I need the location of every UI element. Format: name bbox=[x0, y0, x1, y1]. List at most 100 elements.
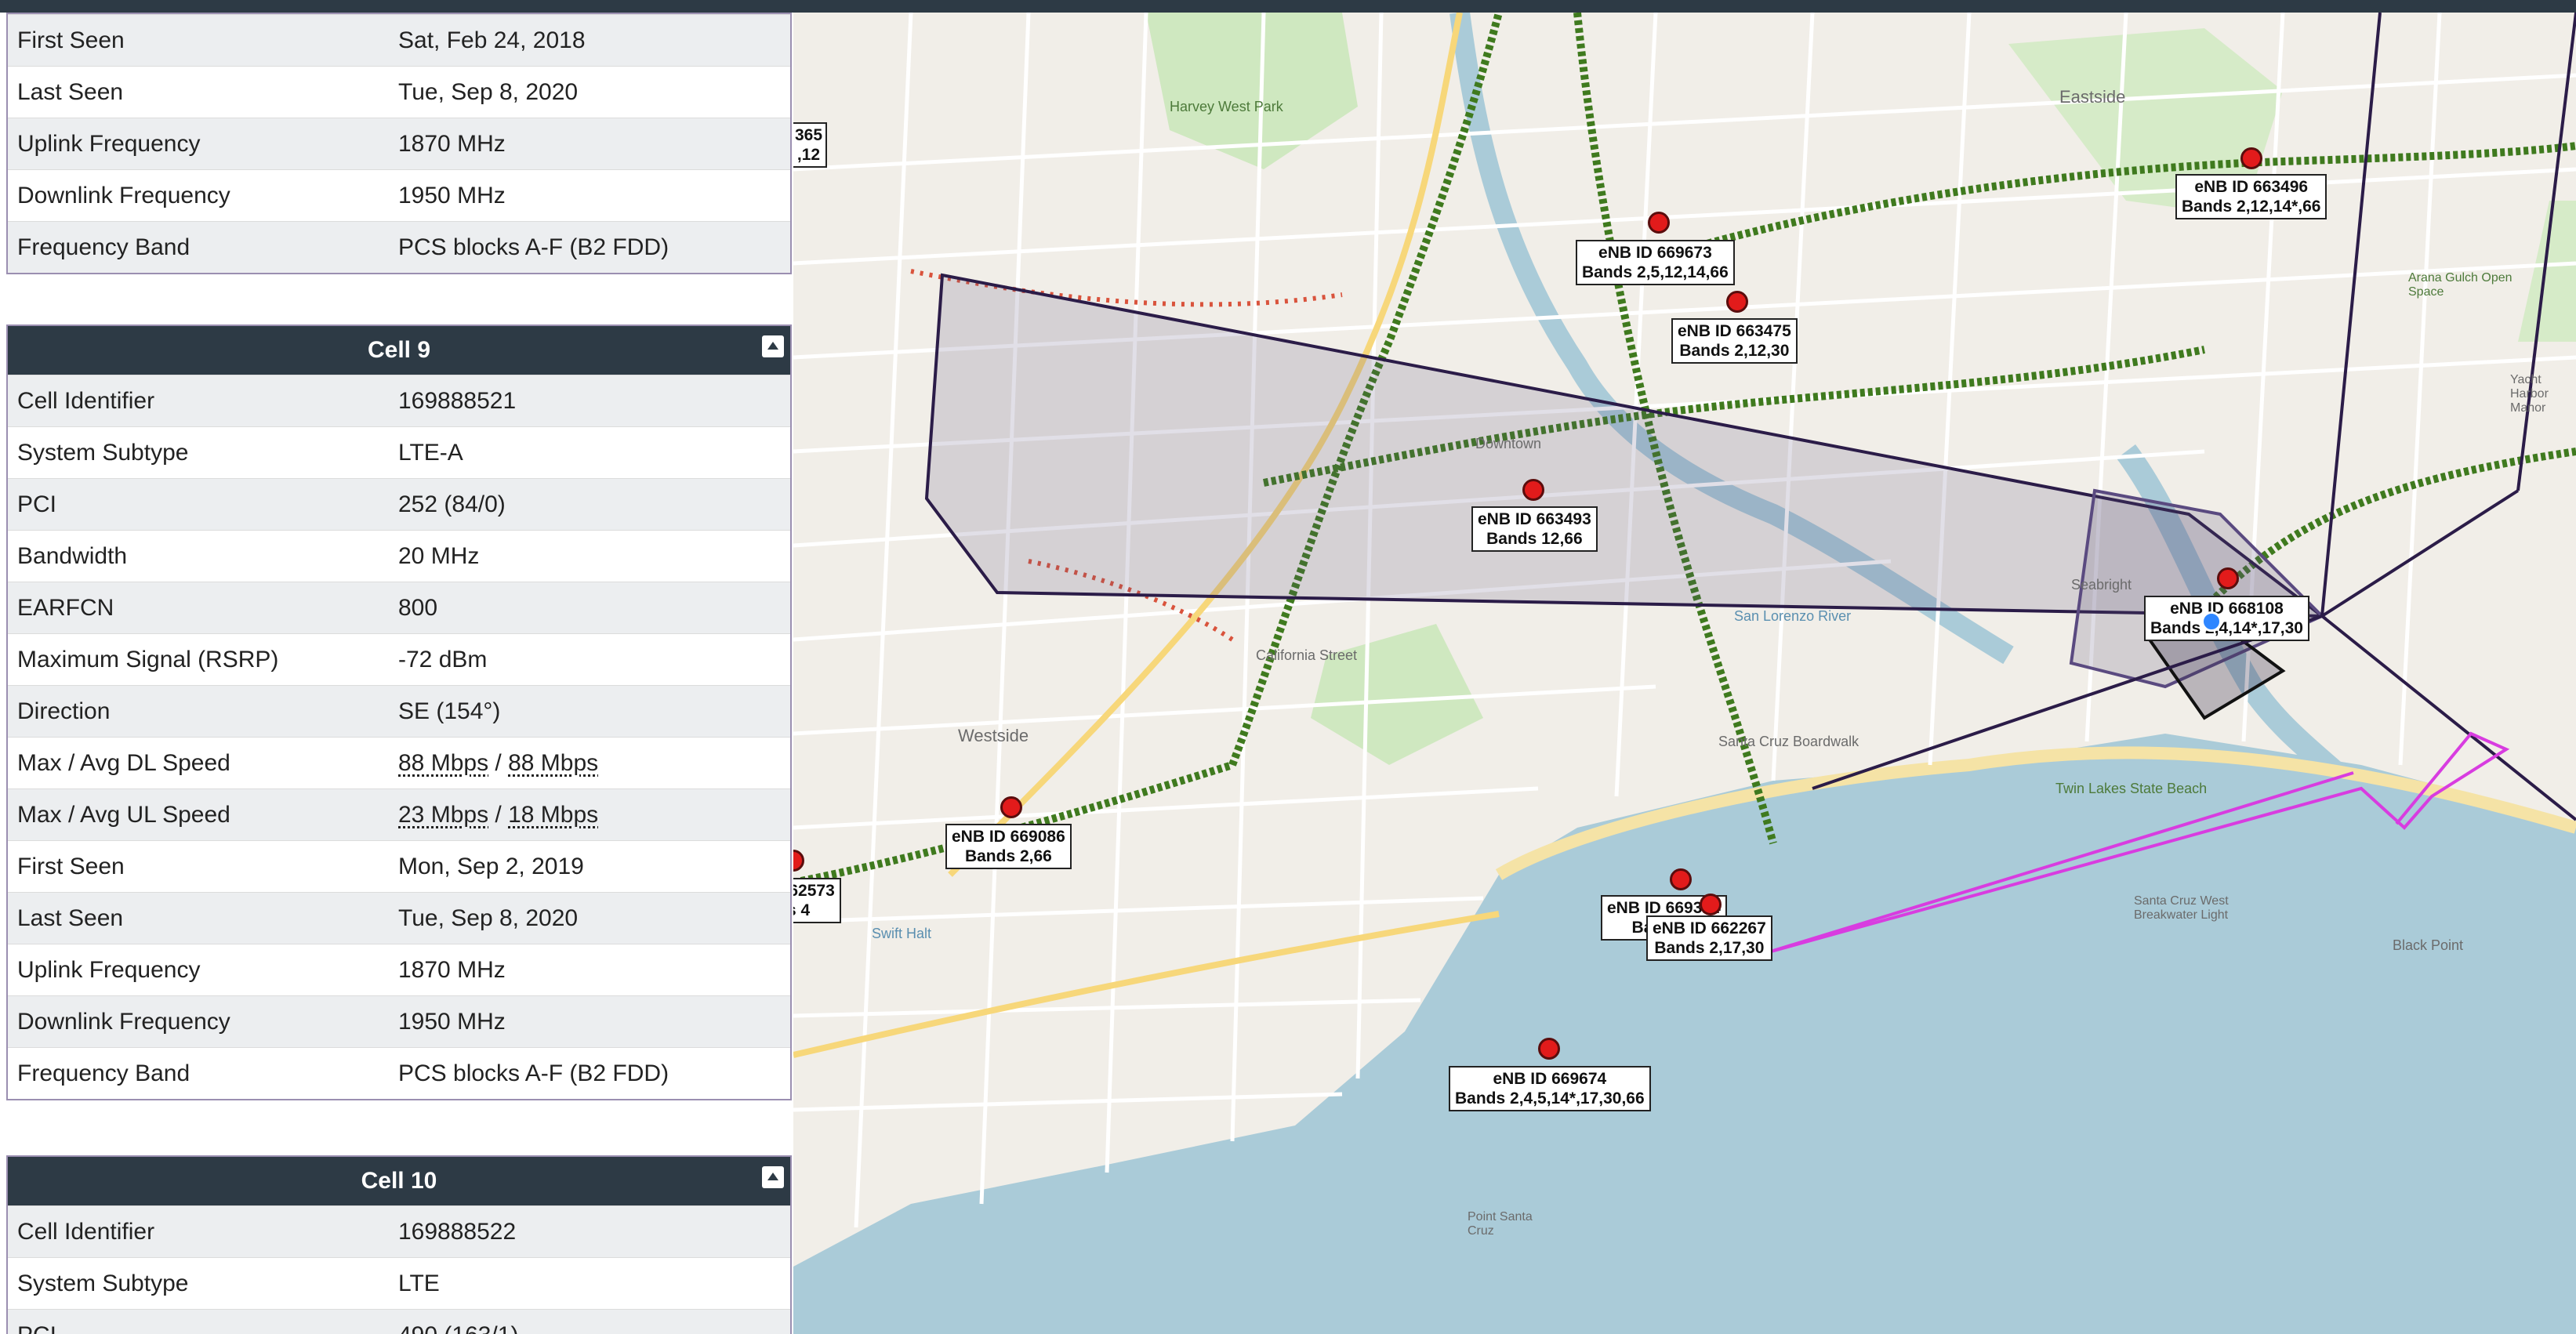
row-downlink-frequency: Downlink Frequency 1950 MHz bbox=[8, 169, 790, 221]
enb-marker-669674[interactable] bbox=[1538, 1038, 1560, 1060]
row-label: System Subtype bbox=[17, 439, 189, 466]
row-value: LTE bbox=[398, 1270, 440, 1296]
row-value: 252 (84/0) bbox=[398, 491, 506, 517]
row-value: Tue, Sep 8, 2020 bbox=[398, 78, 579, 105]
place-westside: Westside bbox=[958, 726, 1029, 745]
row-value: 169888521 bbox=[398, 387, 517, 414]
enb-label-663475[interactable]: eNB ID 663475 Bands 2,12,30 bbox=[1671, 318, 1798, 364]
row-uplink-frequency: Uplink Frequency 1870 MHz bbox=[8, 944, 790, 995]
row-label: Downlink Frequency bbox=[17, 182, 230, 208]
row-label: Bandwidth bbox=[17, 542, 128, 569]
enb-label-662267[interactable]: eNB ID 662267 Bands 2,17,30 bbox=[1646, 915, 1772, 961]
enb-marker-663496[interactable] bbox=[2240, 147, 2262, 169]
row-ul-speed: Max / Avg UL Speed 23 Mbps / 18 Mbps bbox=[8, 788, 790, 840]
enb-label-bands: Bands 2,66 bbox=[964, 847, 1052, 865]
enb-label-id: eNB ID 669086 bbox=[952, 828, 1065, 846]
row-value: 1950 MHz bbox=[398, 182, 506, 208]
enb-label-663496[interactable]: eNB ID 663496 Bands 2,12,14*,66 bbox=[2175, 174, 2327, 219]
enb-marker-663493[interactable] bbox=[1522, 479, 1544, 501]
collapse-icon[interactable] bbox=[762, 1166, 784, 1188]
enb-marker-669673[interactable] bbox=[1648, 212, 1670, 234]
row-value: Sat, Feb 24, 2018 bbox=[398, 27, 586, 53]
row-value: -72 dBm bbox=[398, 646, 488, 672]
row-cell-identifier: Cell Identifier 169888521 bbox=[8, 375, 790, 426]
enb-label-669673[interactable]: eNB ID 669673 Bands 2,5,12,14,66 bbox=[1576, 240, 1735, 285]
place-arana-gulch: Arana Gulch Open Space bbox=[2408, 271, 2513, 299]
place-harvey-west-park: Harvey West Park bbox=[1170, 99, 1283, 114]
speed-separator: / bbox=[488, 749, 509, 776]
row-value: 23 Mbps / 18 Mbps bbox=[398, 802, 790, 828]
cell-card-9: Cell 9 Cell Identifier 169888521 System S… bbox=[6, 324, 792, 1100]
enb-label-id: eNB ID 669673 bbox=[1598, 244, 1712, 262]
cell-card-previous: First Seen Sat, Feb 24, 2018 Last Seen Tue… bbox=[6, 13, 792, 274]
row-value: PCS blocks A-F (B2 FDD) bbox=[398, 234, 669, 260]
row-system-subtype: System Subtype LTE bbox=[8, 1257, 790, 1309]
enb-label-669086[interactable]: eNB ID 669086 Bands 2,66 bbox=[945, 824, 1072, 869]
cell-details-panel: First Seen Sat, Feb 24, 2018 Last Seen Tue… bbox=[0, 13, 792, 1334]
enb-label-663493[interactable]: eNB ID 663493 Bands 12,66 bbox=[1471, 506, 1598, 552]
row-first-seen: First Seen Mon, Sep 2, 2019 bbox=[8, 840, 790, 892]
row-pci: PCI490 (163/1) bbox=[8, 1309, 790, 1334]
row-label: Max / Avg DL Speed bbox=[17, 749, 230, 776]
row-uplink-frequency: Uplink Frequency 1870 MHz bbox=[8, 118, 790, 169]
row-pci: PCI 252 (84/0) bbox=[8, 478, 790, 530]
enb-label-bands: Bands 4 bbox=[793, 901, 811, 919]
enb-label-id: eNB ID 662267 bbox=[1653, 919, 1766, 937]
place-boardwalk: Santa Cruz Boardwalk bbox=[1718, 734, 1859, 749]
row-value: 490 (163/1) bbox=[398, 1322, 790, 1334]
enb-marker-662267[interactable] bbox=[1700, 894, 1722, 915]
place-black-point: Black Point bbox=[2393, 937, 2464, 953]
place-breakwater-light: Santa Cruz West Breakwater Light bbox=[2134, 894, 2229, 922]
top-bar bbox=[0, 0, 2576, 13]
row-cell-identifier: Cell Identifier 169888522 bbox=[8, 1205, 790, 1257]
enb-label-partial[interactable]: 365 ,12 bbox=[793, 122, 828, 168]
enb-label-bands: ,12 bbox=[796, 146, 821, 164]
row-value: 20 MHz bbox=[398, 542, 480, 569]
row-frequency-band: Frequency Band PCS blocks A-F (B2 FDD) bbox=[8, 221, 790, 273]
enb-label-id: eNB ID 662573 bbox=[793, 882, 835, 900]
row-downlink-frequency: Downlink Frequency 1950 MHz bbox=[8, 995, 790, 1047]
dl-max-speed[interactable]: 88 Mbps bbox=[398, 750, 488, 776]
row-label: Frequency Band bbox=[17, 234, 190, 260]
row-bandwidth: Bandwidth 20 MHz bbox=[8, 530, 790, 582]
enb-label-id: eNB ID 663493 bbox=[1478, 510, 1591, 528]
coverage-map[interactable]: Eastside Harvey West Park Downtown Seabr… bbox=[793, 13, 2576, 1334]
enb-label-id: 365 bbox=[795, 126, 823, 144]
ul-max-speed[interactable]: 23 Mbps bbox=[398, 802, 488, 828]
row-label: Frequency Band bbox=[17, 1060, 190, 1086]
enb-label-668108[interactable]: eNB ID 668108 Bands 2,4,14*,17,30 bbox=[2144, 596, 2309, 641]
place-san-lorenzo-river: San Lorenzo River bbox=[1734, 608, 1852, 624]
row-value: 169888522 bbox=[398, 1218, 517, 1245]
row-label: EARFCN bbox=[17, 594, 114, 621]
enb-label-id: eNB ID 663475 bbox=[1678, 322, 1791, 340]
ul-avg-speed[interactable]: 18 Mbps bbox=[508, 802, 598, 828]
enb-label-662573[interactable]: eNB ID 662573 Bands 4 bbox=[793, 878, 841, 923]
place-california-street: California Street bbox=[1256, 647, 1358, 663]
row-dl-speed: Max / Avg DL Speed 88 Mbps / 88 Mbps bbox=[8, 737, 790, 788]
enb-label-id: eNB ID 669674 bbox=[1493, 1070, 1607, 1088]
row-value: 1950 MHz bbox=[398, 1008, 506, 1035]
row-value: Mon, Sep 2, 2019 bbox=[398, 853, 584, 879]
row-first-seen: First Seen Sat, Feb 24, 2018 bbox=[8, 14, 790, 66]
enb-label-id: eNB ID 668108 bbox=[2170, 600, 2284, 618]
enb-label-bands: Bands 2,4,14*,17,30 bbox=[2150, 619, 2303, 637]
row-system-subtype: System Subtype LTE-A bbox=[8, 426, 790, 478]
row-label: PCI bbox=[8, 1322, 398, 1334]
row-label: Uplink Frequency bbox=[17, 130, 201, 157]
row-earfcn: EARFCN 800 bbox=[8, 582, 790, 633]
enb-label-669674[interactable]: eNB ID 669674 Bands 2,4,5,14*,17,30,66 bbox=[1449, 1066, 1651, 1111]
row-value: PCS blocks A-F (B2 FDD) bbox=[398, 1060, 669, 1086]
row-max-signal: Maximum Signal (RSRP) -72 dBm bbox=[8, 633, 790, 685]
enb-marker-669314[interactable] bbox=[1670, 868, 1692, 890]
row-label: Uplink Frequency bbox=[17, 956, 201, 983]
row-direction: Direction SE (154°) bbox=[8, 685, 790, 737]
row-label: System Subtype bbox=[17, 1270, 189, 1296]
speed-separator: / bbox=[488, 801, 509, 828]
enb-marker-669086[interactable] bbox=[1000, 796, 1022, 818]
enb-marker-668108[interactable] bbox=[2217, 567, 2239, 589]
row-label: Maximum Signal (RSRP) bbox=[17, 646, 279, 672]
enb-marker-663475[interactable] bbox=[1726, 291, 1748, 313]
dl-avg-speed[interactable]: 88 Mbps bbox=[508, 750, 598, 776]
collapse-icon[interactable] bbox=[762, 335, 784, 357]
row-value: LTE-A bbox=[398, 439, 463, 466]
